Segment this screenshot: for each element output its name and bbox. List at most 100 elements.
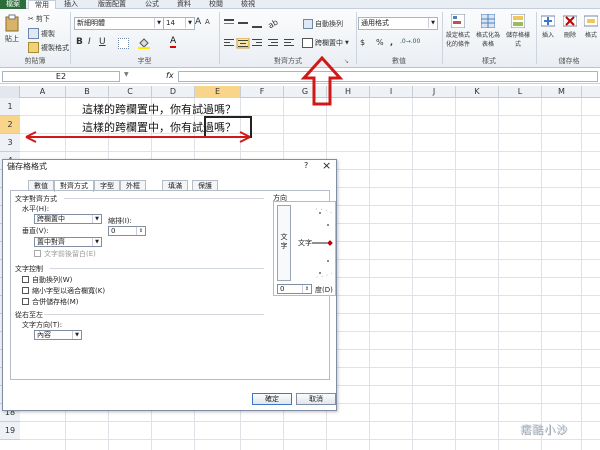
column-header-D[interactable]: D <box>152 86 195 98</box>
increase-indent-icon[interactable] <box>284 39 294 46</box>
close-icon[interactable]: × <box>322 159 331 172</box>
merge-center-button[interactable]: 跨欄置中 ▼ <box>302 38 349 48</box>
column-header-M[interactable]: M <box>542 86 582 98</box>
number-format-combo[interactable]: 通用格式 ▼ <box>358 17 438 30</box>
percent-button[interactable]: % <box>376 38 384 47</box>
chevron-down-icon[interactable]: ▼ <box>92 238 101 246</box>
row-header-19[interactable]: 19 <box>0 422 20 440</box>
name-box[interactable]: E2 <box>2 71 120 82</box>
increase-decimal-button[interactable]: .0→.00 <box>400 38 420 45</box>
degrees-value: 0 <box>280 285 285 293</box>
bold-button[interactable]: B <box>76 37 83 47</box>
chevron-down-icon[interactable]: ▼ <box>185 18 194 28</box>
group-divider <box>442 12 443 64</box>
tab-file[interactable]: 檔案 <box>0 0 26 9</box>
font-name-combo[interactable]: 新細明體 ▼ <box>74 17 164 30</box>
currency-button[interactable]: $ <box>360 38 365 47</box>
font-size-combo[interactable]: 14 ▼ <box>163 17 195 30</box>
align-right-icon[interactable] <box>252 39 262 46</box>
paste-button[interactable]: 貼上 <box>4 14 20 44</box>
borders-button[interactable] <box>118 38 129 49</box>
tab-page-layout[interactable]: 版面配置 <box>92 0 132 9</box>
text-direction-select[interactable]: 內容 ▼ <box>34 330 82 340</box>
shrink-font-button[interactable]: A <box>205 18 210 26</box>
vertical-select[interactable]: 置中對齊 ▼ <box>34 237 102 247</box>
format-painter-button[interactable]: 複製格式 <box>28 42 69 53</box>
chevron-down-icon[interactable]: ▼ <box>72 331 81 339</box>
active-cell-e2[interactable] <box>204 116 252 138</box>
column-header-K[interactable]: K <box>456 86 499 98</box>
cancel-button[interactable]: 取消 <box>296 393 336 405</box>
column-header-L[interactable]: L <box>499 86 542 98</box>
conditional-formatting-button[interactable]: 設定格式化的條件 <box>444 14 472 48</box>
chevron-down-icon[interactable]: ▼ <box>345 40 349 46</box>
delete-cells-button[interactable]: 刪除 <box>560 14 580 39</box>
insert-function-icon[interactable]: fx <box>166 71 174 80</box>
column-header-C[interactable]: C <box>109 86 152 98</box>
copy-button[interactable]: 複製 <box>28 28 55 39</box>
column-header-B[interactable]: B <box>66 86 109 98</box>
cell-styles-button[interactable]: 儲存格樣式 <box>504 14 532 48</box>
font-color-button[interactable]: A <box>170 36 177 48</box>
horizontal-select[interactable]: 跨欄置中 ▼ <box>34 214 102 224</box>
tab-insert[interactable]: 插入 <box>58 0 84 9</box>
cut-button[interactable]: ✂ 剪下 <box>28 14 50 24</box>
column-header-G[interactable]: G <box>284 86 327 98</box>
tab-formulas[interactable]: 公式 <box>140 0 164 9</box>
wrap-text-checkbox[interactable] <box>22 276 29 283</box>
format-as-table-button[interactable]: 格式化為表格 <box>474 14 502 48</box>
orientation-icon[interactable]: ab <box>267 18 280 29</box>
indent-stepper[interactable]: 0 ⇕ <box>108 226 146 236</box>
spin-arrows-icon[interactable]: ⇕ <box>302 285 311 293</box>
format-cells-button[interactable]: 格式 <box>582 14 600 39</box>
align-bottom-icon[interactable] <box>252 26 262 28</box>
row-header-1[interactable]: 1 <box>0 98 20 116</box>
column-header-F[interactable]: F <box>241 86 284 98</box>
dialog-launcher-icon[interactable]: ↘ <box>344 58 349 65</box>
tab-view[interactable]: 檢視 <box>236 0 260 9</box>
ok-button[interactable]: 確定 <box>252 393 292 405</box>
chevron-down-icon[interactable]: ▼ <box>154 18 163 28</box>
column-header-A[interactable]: A <box>20 86 66 98</box>
column-header-E[interactable]: E <box>195 86 241 98</box>
align-top-icon[interactable] <box>224 19 234 24</box>
comma-button[interactable]: , <box>390 38 393 47</box>
help-button[interactable]: ? <box>304 161 308 170</box>
chevron-down-icon[interactable]: ▼ <box>124 71 129 78</box>
shrink-to-fit-checkbox[interactable] <box>22 287 29 294</box>
vertical-label: 垂直(V): <box>22 227 49 235</box>
italic-button[interactable]: I <box>88 37 91 47</box>
orientation-handle-icon[interactable] <box>327 240 333 246</box>
chevron-down-icon[interactable]: ▼ <box>92 215 101 223</box>
column-header-J[interactable]: J <box>413 86 456 98</box>
cell-text-row-1[interactable]: 這樣的跨欄置中，你有試過嗎？ <box>82 101 236 117</box>
align-center-icon[interactable] <box>236 38 250 49</box>
wrap-text-button[interactable]: 自動換列 <box>303 19 343 29</box>
align-left-icon[interactable] <box>224 39 234 46</box>
decrease-indent-icon[interactable] <box>268 39 278 46</box>
column-header-I[interactable]: I <box>370 86 413 98</box>
tab-review[interactable]: 校閱 <box>204 0 228 9</box>
justify-distributed-checkbox[interactable] <box>34 250 41 257</box>
row-header-3[interactable]: 3 <box>0 134 20 152</box>
degrees-stepper[interactable]: 0 ⇕ <box>277 284 312 294</box>
fill-color-button[interactable] <box>138 38 150 49</box>
align-middle-icon[interactable] <box>238 22 248 24</box>
text-direction-value: 內容 <box>37 331 51 339</box>
degrees-label: 度(D) <box>315 286 333 294</box>
grow-font-button[interactable]: A <box>195 17 201 27</box>
tab-data[interactable]: 資料 <box>172 0 196 9</box>
underline-button[interactable]: U <box>99 37 106 47</box>
row-header-2[interactable]: 2 <box>0 116 20 134</box>
insert-cells-button[interactable]: 插入 <box>538 14 558 39</box>
insert-cells-icon <box>541 15 555 27</box>
select-all-corner[interactable] <box>0 86 20 98</box>
section-divider <box>44 314 264 315</box>
column-header-H[interactable]: H <box>327 86 370 98</box>
font-color-icon: A <box>170 36 177 48</box>
formula-input[interactable] <box>178 71 598 82</box>
chevron-down-icon[interactable]: ▼ <box>428 18 437 28</box>
spin-arrows-icon[interactable]: ⇕ <box>136 227 145 235</box>
table-icon <box>481 14 495 28</box>
merge-cells-checkbox[interactable] <box>22 298 29 305</box>
